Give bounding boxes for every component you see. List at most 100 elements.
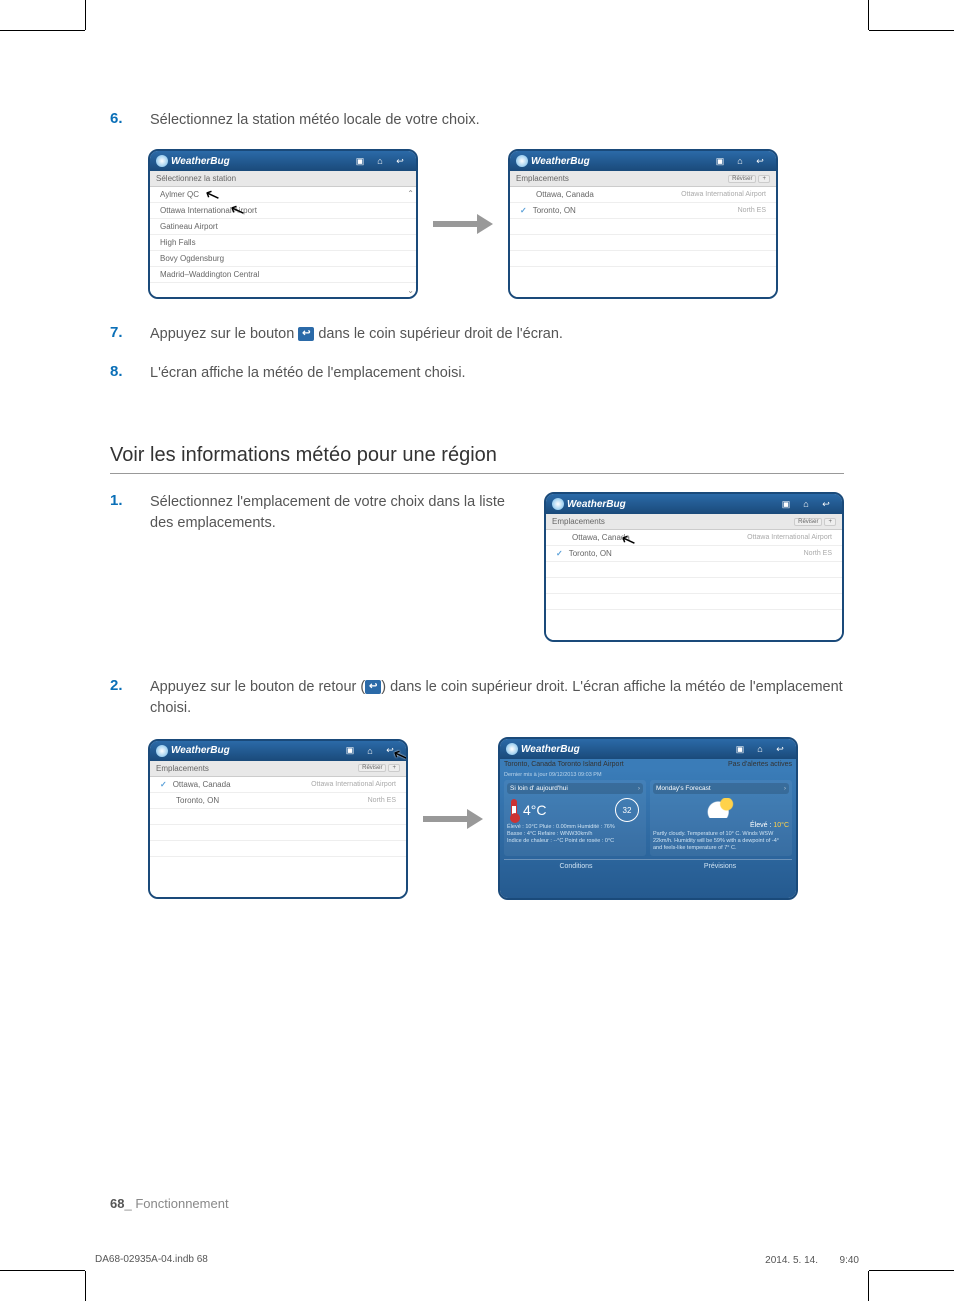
step-number: 8. bbox=[110, 363, 150, 380]
return-icon[interactable]: ↩ bbox=[750, 154, 770, 168]
save-icon[interactable]: ▣ bbox=[776, 497, 796, 511]
app-brand: WeatherBug bbox=[156, 155, 350, 167]
save-icon[interactable]: ▣ bbox=[710, 154, 730, 168]
scroll-down-icon[interactable]: ⌄ bbox=[407, 286, 414, 295]
station-item[interactable]: Bovy Ogdensburg bbox=[150, 251, 416, 267]
save-icon[interactable]: ▣ bbox=[730, 742, 750, 756]
station-item[interactable]: High Falls bbox=[150, 235, 416, 251]
section-label: Fonctionnement bbox=[135, 1196, 228, 1211]
panel-title: Sélectionnez la station bbox=[150, 171, 416, 187]
app-brand: WeatherBug bbox=[506, 743, 730, 755]
station-name: Bovy Ogdensburg bbox=[160, 254, 224, 263]
home-icon[interactable]: ⌂ bbox=[360, 744, 380, 758]
stat-line: Indice de chaleur : --°C Point de rosée … bbox=[507, 838, 643, 845]
app-header: WeatherBug ▣ ⌂ ↩ bbox=[500, 739, 796, 759]
home-icon[interactable]: ⌂ bbox=[370, 154, 390, 168]
header-buttons: Réviser + bbox=[794, 518, 836, 526]
page-number: 68 bbox=[110, 1196, 124, 1211]
check-icon: ✓ bbox=[160, 780, 167, 789]
weatherbug-logo-icon bbox=[506, 743, 518, 755]
flow-arrow-icon bbox=[423, 811, 483, 827]
return-icon[interactable]: ↩ bbox=[770, 742, 790, 756]
panel-title-text: Sélectionnez la station bbox=[156, 174, 236, 183]
screenshot-row-2: WeatherBug ▣ ⌂ ↩ ↖ Emplacements Réviser … bbox=[148, 737, 844, 900]
app-header: WeatherBug ▣ ⌂ ↩ ↖ bbox=[150, 741, 406, 761]
station-name: High Falls bbox=[160, 238, 196, 247]
home-icon[interactable]: ⌂ bbox=[730, 154, 750, 168]
return-icon[interactable]: ↩ bbox=[390, 154, 410, 168]
weatherbug-logo-icon bbox=[552, 498, 564, 510]
station-item[interactable]: Ottawa International Airport ↖ bbox=[150, 203, 416, 219]
add-button[interactable]: + bbox=[758, 175, 770, 183]
expand-icon[interactable]: › bbox=[638, 785, 640, 792]
tab-forecast[interactable]: Prévisions bbox=[648, 860, 792, 873]
location-item[interactable]: Ottawa, Canada Ottawa International Airp… bbox=[510, 187, 776, 203]
step-6: 6. Sélectionnez la station météo locale … bbox=[110, 110, 844, 131]
step-b-1: 1. Sélectionnez l'emplacement de votre c… bbox=[110, 492, 844, 642]
station-name: Aylmer QC bbox=[160, 190, 199, 199]
app-brand: WeatherBug bbox=[516, 155, 710, 167]
revise-button[interactable]: Réviser bbox=[358, 764, 386, 772]
location-station: North ES bbox=[368, 797, 396, 804]
stat-line: Basse : 4°C Refaire : WNW30km/h bbox=[507, 831, 643, 838]
app-brand-text: WeatherBug bbox=[171, 156, 230, 167]
app-header: WeatherBug ▣ ⌂ ↩ bbox=[150, 151, 416, 171]
today-title-text: Si loin d' aujourd'hui bbox=[510, 785, 568, 792]
today-panel: Si loin d' aujourd'hui › 4°C 32 Élevé : … bbox=[504, 780, 646, 855]
crop-mark bbox=[869, 1270, 954, 1271]
weather-location: Toronto, Canada Toronto Island Airport bbox=[504, 761, 624, 768]
home-icon[interactable]: ⌂ bbox=[796, 497, 816, 511]
expand-icon[interactable]: › bbox=[784, 785, 786, 792]
current-temp: 4°C bbox=[523, 802, 547, 818]
stat-line: Élevé : 10°C Pluie : 0.00mm Humidité : 7… bbox=[507, 824, 643, 831]
uv-value: 32 bbox=[623, 806, 632, 815]
panel-title-text: Emplacements bbox=[516, 174, 569, 183]
step-number: 1. bbox=[110, 492, 150, 509]
add-button[interactable]: + bbox=[824, 518, 836, 526]
step-number: 7. bbox=[110, 324, 150, 341]
forecast-high-value: 10°C bbox=[773, 822, 789, 829]
location-station: North ES bbox=[738, 207, 766, 214]
home-icon[interactable]: ⌂ bbox=[750, 742, 770, 756]
station-name: Madrid–Waddington Central bbox=[160, 270, 259, 279]
crop-mark bbox=[0, 1270, 85, 1271]
save-icon[interactable]: ▣ bbox=[340, 744, 360, 758]
location-station: Ottawa International Airport bbox=[311, 781, 396, 788]
revise-button[interactable]: Réviser bbox=[728, 175, 756, 183]
forecast-high: Élevé : 10°C bbox=[653, 822, 789, 829]
check-icon: ✓ bbox=[520, 206, 527, 215]
location-item bbox=[546, 610, 842, 625]
location-item[interactable]: ✓ Toronto, ON North ES bbox=[546, 546, 842, 562]
app-brand-text: WeatherBug bbox=[567, 499, 626, 510]
app-brand: WeatherBug bbox=[552, 498, 776, 510]
location-item[interactable]: ✓ Toronto, ON North ES bbox=[510, 203, 776, 219]
station-item[interactable]: Madrid–Waddington Central bbox=[150, 267, 416, 283]
location-item[interactable]: ✓ Ottawa, Canada Ottawa International Ai… bbox=[150, 777, 406, 793]
print-metadata: DA68-02935A-04.indb 68 2014. 5. 14.  9… bbox=[95, 1254, 859, 1267]
return-icon: ↩ bbox=[365, 680, 381, 694]
revise-button[interactable]: Réviser bbox=[794, 518, 822, 526]
location-item[interactable]: Ottawa, Canada Ottawa International Airp… bbox=[546, 530, 842, 546]
thermometer-icon bbox=[511, 799, 517, 821]
station-item[interactable]: Aylmer QC ↖ bbox=[150, 187, 416, 203]
text-fragment: dans le coin supérieur droit de l'écran. bbox=[318, 326, 563, 342]
crop-mark bbox=[869, 30, 954, 31]
app-brand-text: WeatherBug bbox=[521, 744, 580, 755]
text-fragment: Appuyez sur le bouton de retour ( bbox=[150, 679, 365, 695]
location-item[interactable]: Toronto, ON North ES bbox=[150, 793, 406, 809]
app-brand-text: WeatherBug bbox=[531, 156, 590, 167]
weatherbug-logo-icon bbox=[516, 155, 528, 167]
panel-title-text: Emplacements bbox=[156, 764, 209, 773]
save-icon[interactable]: ▣ bbox=[350, 154, 370, 168]
return-icon[interactable]: ↩ bbox=[816, 497, 836, 511]
tab-conditions[interactable]: Conditions bbox=[504, 860, 648, 873]
location-city: Toronto, ON bbox=[176, 796, 219, 805]
app-brand-text: WeatherBug bbox=[171, 745, 230, 756]
step-b-2: 2. Appuyez sur le bouton de retour (↩) d… bbox=[110, 677, 844, 719]
return-icon: ↩ bbox=[298, 327, 314, 341]
location-item bbox=[546, 562, 842, 578]
location-item bbox=[150, 857, 406, 872]
crop-mark bbox=[85, 1271, 86, 1301]
station-item[interactable]: Gatineau Airport bbox=[150, 219, 416, 235]
panel-title: Emplacements Réviser + bbox=[510, 171, 776, 187]
